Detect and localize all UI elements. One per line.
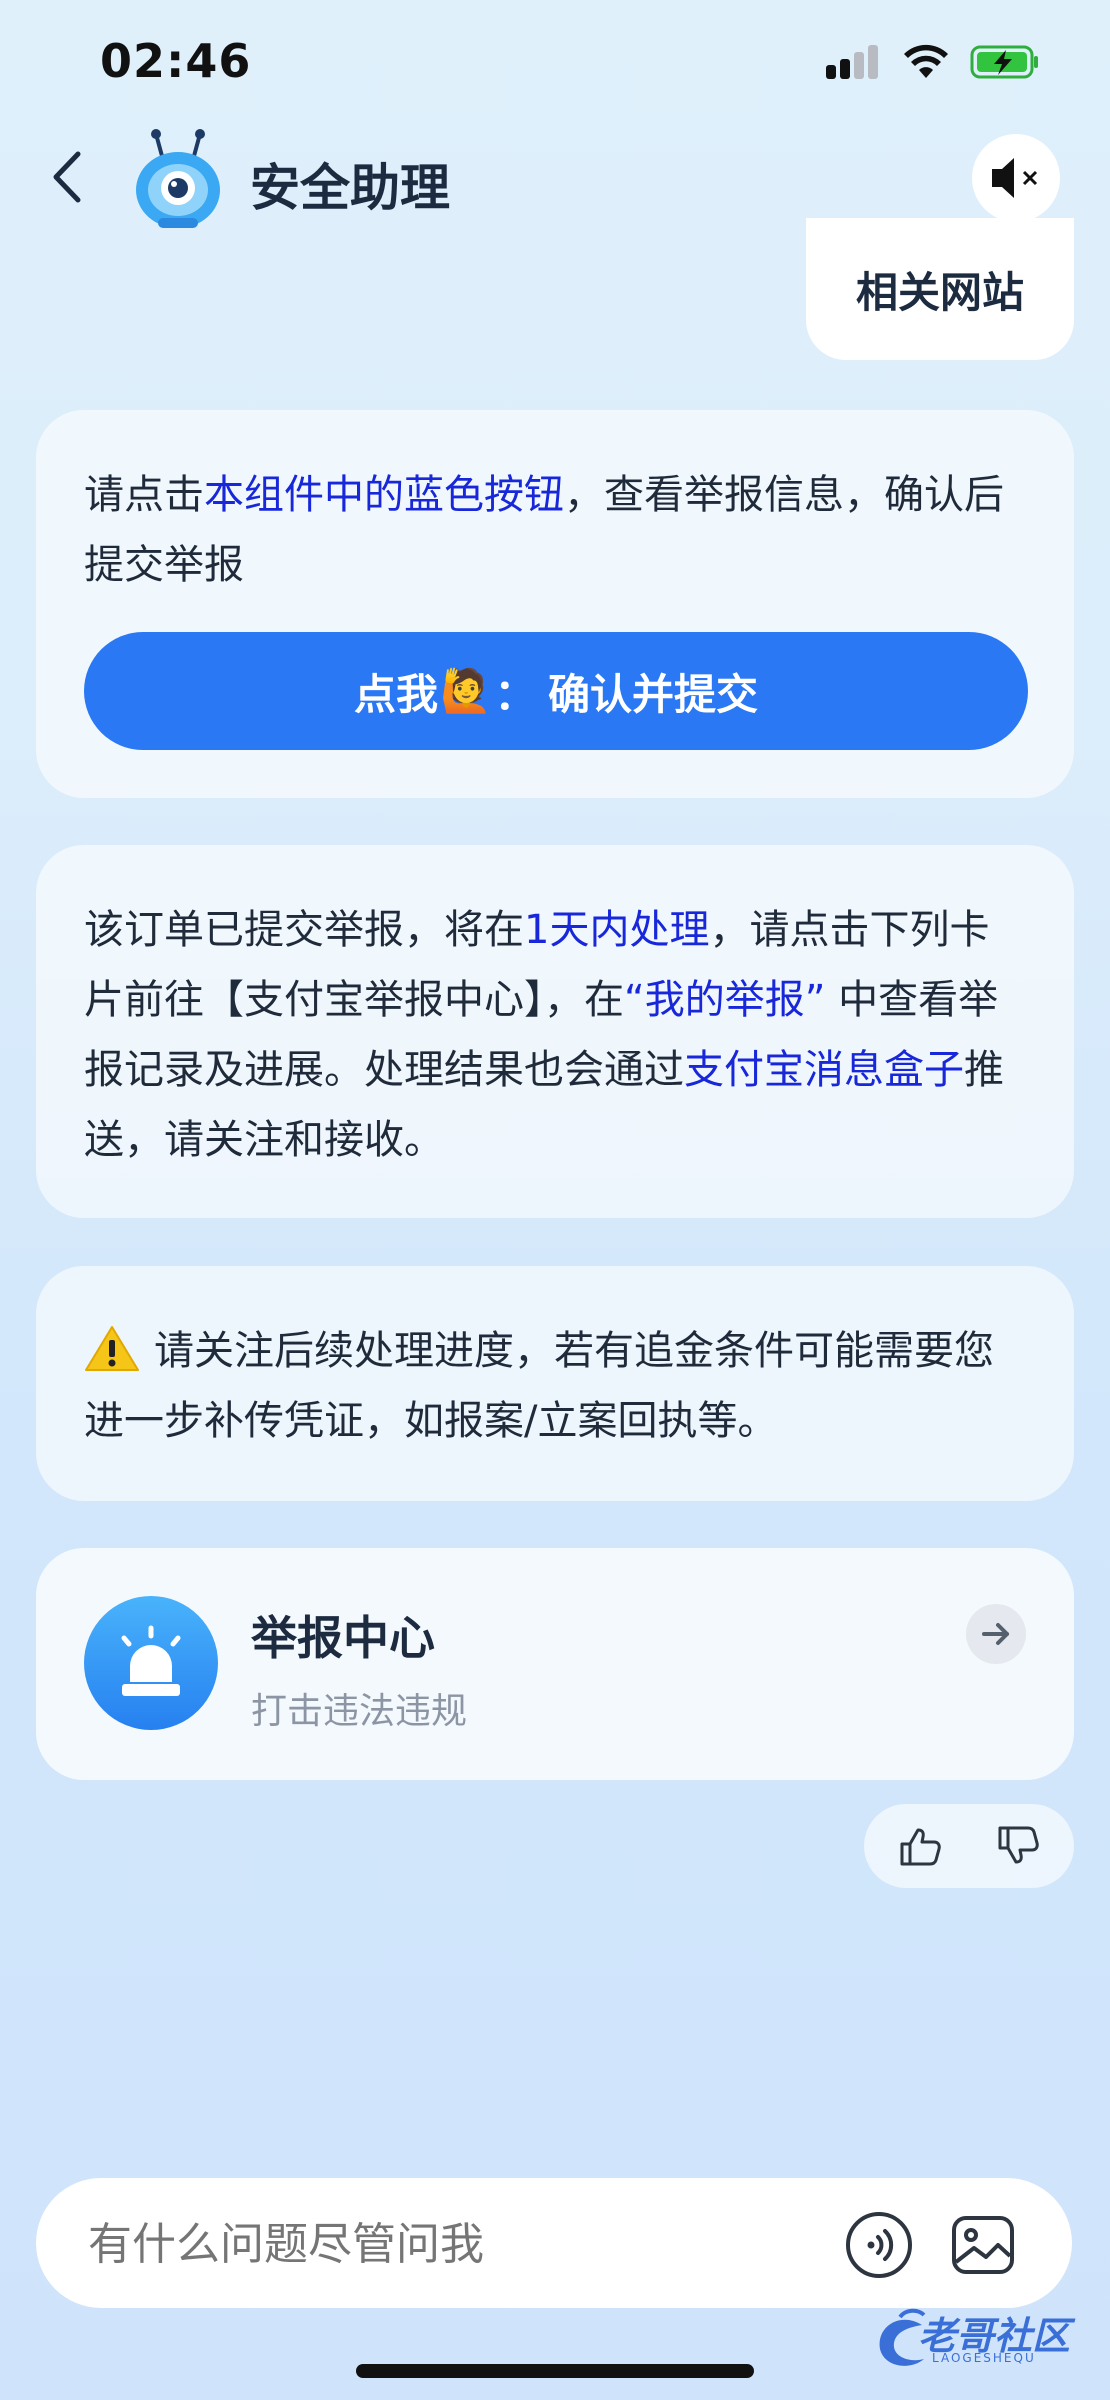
confirm-submit-button[interactable]: 点我 🙋 ： 确认并提交 [84,632,1028,750]
battery-charging-icon [970,45,1038,79]
speaker-muted-icon [992,158,1038,198]
thumbs-down-icon[interactable] [994,1822,1042,1870]
home-indicator[interactable] [356,2364,754,2378]
status-bar: 02:46 [0,0,1110,120]
mute-button[interactable] [972,134,1060,222]
status-time: 02:46 [100,34,252,88]
chevron-left-icon [53,151,81,203]
instruction-text: 请点击本组件中的蓝色按钮，查看举报信息，确认后提交举报 [84,472,1004,588]
user-message-bubble: 相关网站 [806,218,1074,360]
report-status-text: 该订单已提交举报，将在1天内处理，请点击下列卡片前往【支付宝举报中心】，在“我的… [84,907,1004,1163]
chat-input[interactable] [86,2218,850,2271]
warning-card: 请关注后续处理进度，若有追金条件可能需要您进一步补传凭证，如报案/立案回执等。 [36,1266,1074,1501]
status-icons [826,44,1040,80]
back-button[interactable] [40,142,100,212]
report-center-card[interactable]: 举报中心 打击违法违规 [36,1548,1074,1780]
feedback-bar [864,1804,1074,1888]
chat-input-bar [36,2178,1072,2308]
warning-text: 请关注后续处理进度，若有追金条件可能需要您进一步补传凭证，如报案/立案回执等。 [84,1316,1026,1456]
report-center-title: 举报中心 [251,1611,435,1665]
cellular-signal-icon [826,45,878,79]
instruction-card: 请点击本组件中的蓝色按钮，查看举报信息，确认后提交举报 点我 🙋 ： 确认并提交 [36,410,1074,798]
user-message-text: 相关网站 [855,268,1024,317]
raising-hand-icon: 🙋 [440,666,493,714]
report-status-card: 该订单已提交举报，将在1天内处理，请点击下列卡片前往【支付宝举报中心】，在“我的… [36,845,1074,1218]
alarm-light-icon [84,1596,218,1730]
report-center-subtitle: 打击违法违规 [251,1691,468,1732]
page-title: 安全助理 [250,159,450,217]
image-upload-icon[interactable] [948,2210,1018,2280]
watermark-subtext: LAOGESHEQU [932,2351,1036,2365]
voice-input-icon[interactable] [844,2210,914,2280]
wifi-icon [904,44,948,78]
robot-mascot-icon [136,129,220,228]
warning-icon [85,1326,139,1371]
watermark-logo: 老哥社区 LAOGESHEQU [870,2305,1100,2375]
arrow-right-icon[interactable] [966,1604,1026,1664]
assistant-avatar [128,126,228,231]
thumbs-up-icon[interactable] [896,1822,944,1870]
